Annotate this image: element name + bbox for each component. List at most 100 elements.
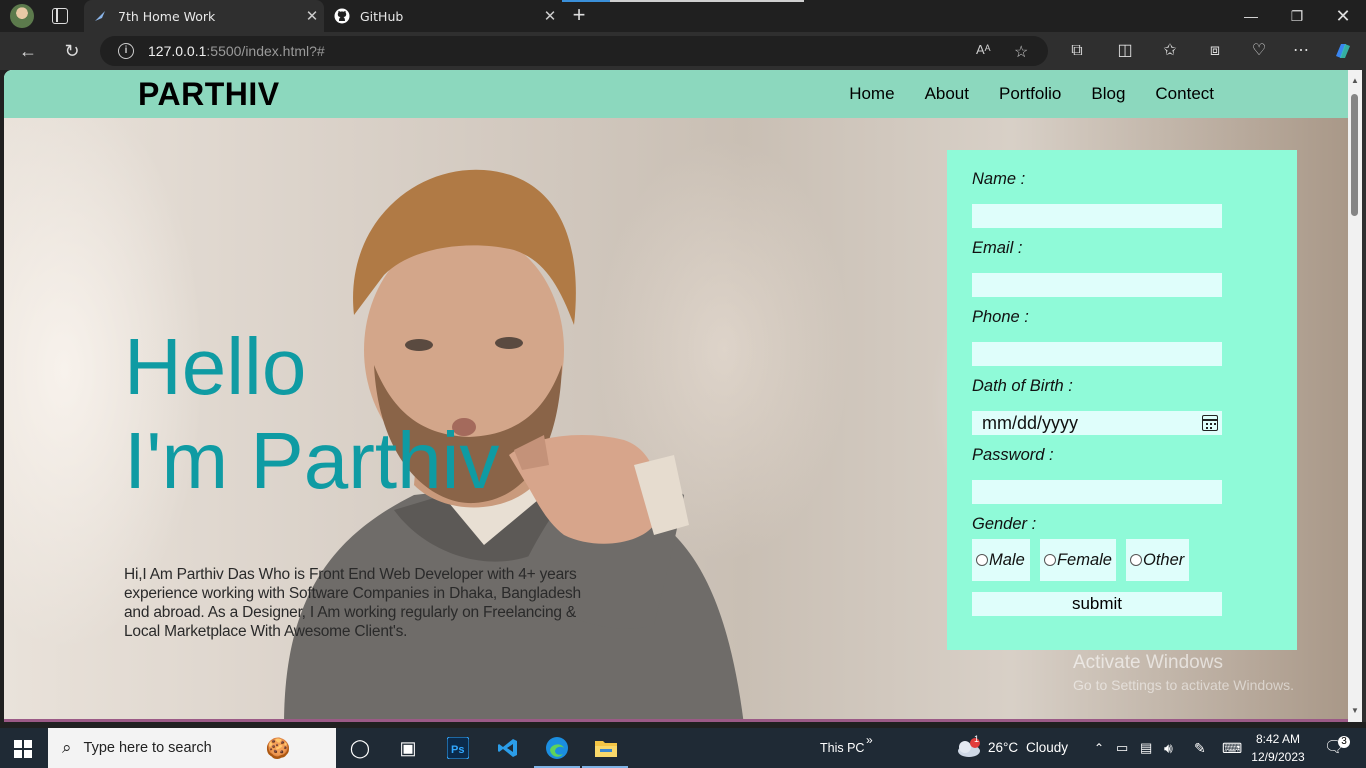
- tab-divider: [562, 0, 610, 2]
- restore-button[interactable]: ❐: [1274, 0, 1320, 32]
- this-pc-toolbar[interactable]: This PC: [820, 728, 864, 768]
- keyboard-icon[interactable]: ⌨: [1222, 728, 1242, 768]
- vscode-icon[interactable]: [494, 734, 522, 762]
- site-navbar: PARTHIV Home About Portfolio Blog Contec…: [4, 70, 1348, 118]
- favorites-icon[interactable]: ✩: [1159, 40, 1181, 62]
- hero-heading-line1: Hello: [124, 322, 307, 411]
- extensions-icon[interactable]: ⧉: [1066, 40, 1088, 62]
- nav-link-blog[interactable]: Blog: [1091, 84, 1125, 104]
- phone-label: Phone :: [972, 308, 1029, 326]
- new-tab-button[interactable]: +: [566, 4, 592, 28]
- network-icon[interactable]: ▤: [1140, 728, 1152, 768]
- nav-link-about[interactable]: About: [925, 84, 969, 104]
- calendar-icon[interactable]: [1202, 415, 1218, 431]
- profile-avatar[interactable]: [10, 4, 34, 28]
- hero-heading-line2: I'm Parthiv: [124, 416, 500, 505]
- vscode-live-server-favicon-icon: [92, 8, 108, 24]
- windows-taskbar: ⌕ Type here to search 🍪 ◯ ▣ Ps This PC »…: [0, 728, 1366, 768]
- email-label: Email :: [972, 239, 1023, 257]
- contact-form: Name : Email : Phone : Dath of Birth : m…: [947, 150, 1297, 650]
- scroll-up-icon[interactable]: ▲: [1350, 76, 1360, 85]
- cortana-icon[interactable]: ◯: [346, 734, 374, 762]
- tab-actions-icon[interactable]: [52, 8, 68, 24]
- radio-male[interactable]: [976, 554, 988, 566]
- windows-start-icon[interactable]: [14, 740, 32, 758]
- browser-essentials-icon[interactable]: ♡: [1248, 40, 1270, 62]
- dob-input[interactable]: mm/dd/yyyy: [972, 411, 1222, 435]
- tab-github[interactable]: GitHub ✕: [326, 0, 562, 32]
- photoshop-icon[interactable]: Ps: [444, 734, 472, 762]
- tab-title: 7th Home Work: [118, 8, 216, 24]
- page-scrollbar[interactable]: ▲ ▼: [1348, 70, 1362, 722]
- url-input[interactable]: i 127.0.0.1:5500/index.html?# Aᴬ ☆: [100, 36, 1048, 66]
- taskbar-search-box[interactable]: ⌕ Type here to search 🍪: [48, 728, 336, 768]
- edge-icon[interactable]: [543, 734, 571, 762]
- name-label: Name :: [972, 170, 1026, 188]
- phone-input[interactable]: [972, 342, 1222, 366]
- back-arrow-icon[interactable]: ←: [17, 40, 39, 62]
- read-aloud-icon[interactable]: Aᴬ: [976, 42, 991, 57]
- collections-icon[interactable]: ⧈: [1204, 40, 1226, 62]
- dob-label: Dath of Birth :: [972, 377, 1073, 395]
- site-logo[interactable]: PARTHIV: [138, 76, 280, 113]
- password-input[interactable]: [972, 480, 1222, 504]
- taskbar-clock[interactable]: 8:42 AM 12/9/2023: [1248, 730, 1308, 766]
- copilot-icon[interactable]: [1332, 40, 1354, 62]
- password-label: Password :: [972, 446, 1054, 464]
- site-nav-menu: Home About Portfolio Blog Contect: [849, 70, 1214, 118]
- nav-link-home[interactable]: Home: [849, 84, 894, 104]
- gender-other-label: Other: [1143, 550, 1185, 569]
- close-tab-icon[interactable]: ✕: [538, 7, 562, 25]
- activate-windows-title: Activate Windows: [1073, 652, 1223, 673]
- toolbar-expand-icon[interactable]: »: [866, 720, 873, 760]
- submit-button[interactable]: submit: [972, 592, 1222, 616]
- svg-text:Ps: Ps: [451, 744, 464, 756]
- pen-icon[interactable]: ✎: [1194, 728, 1206, 768]
- weather-badge: 1: [974, 734, 980, 744]
- nav-link-portfolio[interactable]: Portfolio: [999, 84, 1061, 104]
- activate-windows-subtitle: Go to Settings to activate Windows.: [1073, 677, 1294, 693]
- weather-condition[interactable]: Cloudy: [1026, 728, 1068, 768]
- scrollbar-thumb[interactable]: [1351, 94, 1358, 216]
- more-menu-icon[interactable]: ⋯: [1290, 40, 1312, 62]
- radio-other[interactable]: [1130, 554, 1142, 566]
- tab-title: GitHub: [360, 8, 404, 24]
- radio-female[interactable]: [1044, 554, 1056, 566]
- dob-placeholder: mm/dd/yyyy: [982, 412, 1079, 433]
- minimize-button[interactable]: —: [1228, 0, 1274, 32]
- gender-option-female[interactable]: Female: [1040, 539, 1116, 581]
- hero-bio-text: Hi,I Am Parthiv Das Who is Front End Web…: [124, 566, 581, 640]
- split-screen-icon[interactable]: ◫: [1114, 40, 1136, 62]
- favorite-star-icon[interactable]: ☆: [1014, 42, 1028, 62]
- show-hidden-icons-chevron-icon[interactable]: ⌃: [1094, 728, 1104, 768]
- notification-center-icon[interactable]: 🗨︎: [1324, 728, 1344, 768]
- site-info-icon[interactable]: i: [118, 43, 134, 59]
- hero-heading: Hello I'm Parthiv: [124, 320, 499, 508]
- window-edge: [1362, 70, 1366, 722]
- nav-link-contect[interactable]: Contect: [1155, 84, 1214, 104]
- name-input[interactable]: [972, 204, 1222, 228]
- weather-temperature[interactable]: 26°C: [988, 728, 1018, 768]
- file-explorer-icon[interactable]: [592, 734, 620, 762]
- close-window-button[interactable]: ✕: [1320, 0, 1366, 32]
- notification-count-badge: 3: [1338, 736, 1350, 748]
- url-path: :5500/index.html?#: [206, 43, 325, 59]
- search-icon: ⌕: [62, 738, 72, 757]
- close-tab-icon[interactable]: ✕: [300, 7, 324, 25]
- gingerbread-doodle-icon[interactable]: 🍪: [266, 736, 291, 761]
- page-bottom-border: [4, 719, 1348, 722]
- scroll-down-icon[interactable]: ▼: [1350, 706, 1360, 715]
- clock-time: 8:42 AM: [1255, 732, 1301, 746]
- email-input[interactable]: [972, 273, 1222, 297]
- url-host: 127.0.0.1: [148, 43, 207, 59]
- github-icon: [334, 8, 350, 24]
- gender-male-label: Male: [989, 550, 1025, 569]
- gender-option-other[interactable]: Other: [1126, 539, 1189, 581]
- task-view-icon[interactable]: ▣: [394, 734, 422, 762]
- refresh-icon[interactable]: ↻: [61, 40, 83, 62]
- battery-icon[interactable]: ▭: [1116, 728, 1128, 768]
- tab-7th-home-work[interactable]: 7th Home Work ✕: [84, 0, 324, 32]
- browser-tab-strip: 7th Home Work ✕ GitHub ✕ + — ❐ ✕: [0, 0, 1366, 32]
- volume-icon[interactable]: 🔊︎: [1164, 728, 1173, 768]
- gender-option-male[interactable]: Male: [972, 539, 1030, 581]
